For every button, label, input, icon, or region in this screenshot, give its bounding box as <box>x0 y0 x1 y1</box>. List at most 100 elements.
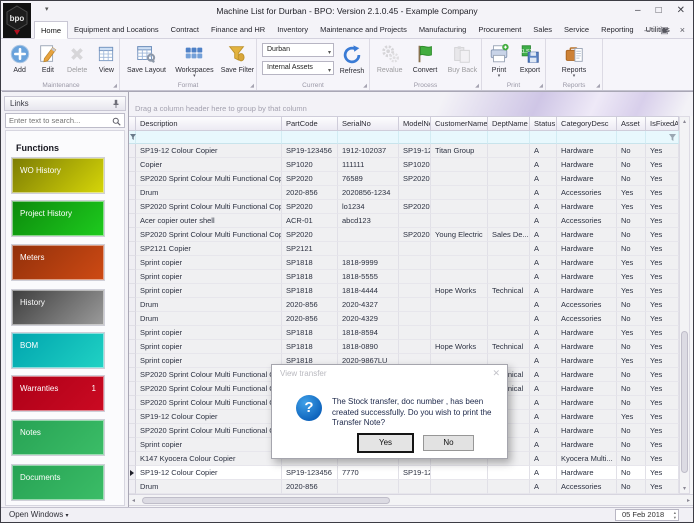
edit-button[interactable]: Edit <box>35 41 60 74</box>
table-cell[interactable]: A <box>530 410 557 424</box>
table-cell[interactable]: A <box>530 242 557 256</box>
table-cell[interactable]: SP2020 Sprint Colour Multi Functional Co… <box>136 368 282 382</box>
table-cell[interactable]: Yes <box>617 410 646 424</box>
table-cell[interactable]: No <box>617 242 646 256</box>
table-cell[interactable] <box>399 480 431 494</box>
table-cell[interactable]: Sprint copier <box>136 354 282 368</box>
column-header-asset[interactable]: Asset <box>617 116 646 131</box>
table-cell[interactable]: Accessories <box>557 312 617 326</box>
table-cell[interactable] <box>431 480 488 494</box>
table-cell[interactable]: Yes <box>646 256 679 270</box>
table-cell[interactable]: SP2020 Sprint Colour Multi Functional Co… <box>136 396 282 410</box>
tab-finance-and-hr[interactable]: Finance and HR <box>205 21 271 39</box>
column-header-isfixedasset[interactable]: IsFixedAsset <box>646 116 679 131</box>
quick-access-arrow-icon[interactable]: ▾ <box>45 5 49 13</box>
table-cell[interactable] <box>399 312 431 326</box>
table-cell[interactable]: Hardware <box>557 242 617 256</box>
filter-cell-status[interactable] <box>530 131 557 144</box>
table-row[interactable]: SP2020 Sprint Colour Multi Functional Co… <box>129 172 679 186</box>
search-input[interactable] <box>9 115 109 126</box>
table-cell[interactable]: Hardware <box>557 466 617 480</box>
table-cell[interactable]: 2020-856 <box>282 480 338 494</box>
save-layout-button[interactable]: Save Layout <box>123 41 170 78</box>
table-cell[interactable]: A <box>530 172 557 186</box>
table-cell[interactable]: Yes <box>646 424 679 438</box>
table-cell[interactable]: SP2020 Sprint Colour Multi Functional Co… <box>136 228 282 242</box>
table-cell[interactable]: Sprint copier <box>136 284 282 298</box>
table-cell[interactable]: SP2121 Copier <box>136 242 282 256</box>
table-cell[interactable]: SP19-12 Colour Copier <box>136 144 282 158</box>
table-cell[interactable]: SP1818 <box>282 326 338 340</box>
table-cell[interactable] <box>488 256 530 270</box>
table-cell[interactable]: 1912-102037 <box>338 144 399 158</box>
filter-cell-categorydesc[interactable] <box>557 131 617 144</box>
table-cell[interactable]: Drum <box>136 298 282 312</box>
table-cell[interactable]: Yes <box>646 354 679 368</box>
filter-cell-isfixedasset[interactable] <box>646 131 679 144</box>
scroll-right-icon[interactable]: ▸ <box>687 497 690 504</box>
table-cell[interactable]: No <box>617 466 646 480</box>
table-cell[interactable]: Yes <box>617 326 646 340</box>
table-cell[interactable]: A <box>530 340 557 354</box>
scroll-up-icon[interactable]: ▴ <box>680 118 689 125</box>
table-cell[interactable] <box>338 480 399 494</box>
print-button[interactable]: Print ▾ <box>486 41 512 78</box>
table-cell[interactable]: A <box>530 256 557 270</box>
table-row[interactable]: Acer copier outer shellACR-01abcd123AAcc… <box>129 214 679 228</box>
table-cell[interactable]: 1818-9999 <box>338 256 399 270</box>
table-cell[interactable]: SP2020 <box>399 172 431 186</box>
table-cell[interactable]: 76589 <box>338 172 399 186</box>
table-cell[interactable]: No <box>617 382 646 396</box>
table-cell[interactable] <box>431 256 488 270</box>
table-cell[interactable]: A <box>530 284 557 298</box>
table-cell[interactable]: Yes <box>646 382 679 396</box>
table-cell[interactable]: No <box>617 480 646 494</box>
table-cell[interactable] <box>431 298 488 312</box>
current-launcher-icon[interactable]: ◢ <box>363 83 367 89</box>
table-row[interactable]: Sprint copierSP18181818-9999AHardwareYes… <box>129 256 679 270</box>
table-cell[interactable] <box>488 158 530 172</box>
filter-cell-asset[interactable] <box>617 131 646 144</box>
pin-icon[interactable] <box>111 99 121 109</box>
table-cell[interactable]: A <box>530 312 557 326</box>
table-cell[interactable]: 7770 <box>338 466 399 480</box>
table-cell[interactable]: Yes <box>646 410 679 424</box>
table-cell[interactable]: 2020856-1234 <box>338 186 399 200</box>
table-cell[interactable]: A <box>530 382 557 396</box>
table-cell[interactable]: Hardware <box>557 228 617 242</box>
table-cell[interactable] <box>431 200 488 214</box>
table-cell[interactable]: SP1818 <box>282 270 338 284</box>
date-editor[interactable]: 05 Feb 2018 ▴▾ <box>615 509 679 521</box>
table-cell[interactable]: SP2020 Sprint Colour Multi Functional Co… <box>136 382 282 396</box>
table-cell[interactable]: SP1818 <box>282 256 338 270</box>
table-cell[interactable] <box>399 214 431 228</box>
table-cell[interactable]: Copier <box>136 158 282 172</box>
horizontal-scroll-thumb[interactable] <box>142 497 390 504</box>
location-select[interactable]: Durban ▾ <box>262 43 334 57</box>
table-cell[interactable]: 2020-856 <box>282 186 338 200</box>
table-cell[interactable] <box>488 466 530 480</box>
table-cell[interactable]: A <box>530 326 557 340</box>
open-windows-button[interactable]: Open Windows ▾ <box>9 510 69 519</box>
delete-button[interactable]: Delete <box>64 41 91 74</box>
table-cell[interactable]: ACR-01 <box>282 214 338 228</box>
table-cell[interactable]: A <box>530 354 557 368</box>
table-cell[interactable]: Yes <box>617 200 646 214</box>
function-button-history[interactable]: History <box>11 289 105 326</box>
table-cell[interactable]: Yes <box>617 284 646 298</box>
dialog-close-icon[interactable]: ✕ <box>492 368 500 379</box>
table-cell[interactable]: K147 Kyocera Colour Copier <box>136 452 282 466</box>
table-cell[interactable] <box>488 270 530 284</box>
add-button[interactable]: Add <box>7 41 32 74</box>
table-row[interactable]: SP19-12 Colour CopierSP19-1234567770SP19… <box>129 466 679 480</box>
vertical-scrollbar[interactable]: ▴ ▾ <box>679 116 690 494</box>
table-cell[interactable]: SP2020 <box>282 228 338 242</box>
filter-cell-description[interactable] <box>136 131 282 144</box>
tab-reporting[interactable]: Reporting <box>595 21 640 39</box>
table-cell[interactable]: Sprint copier <box>136 438 282 452</box>
horizontal-scrollbar[interactable]: ◂ ▸ <box>129 494 693 506</box>
table-cell[interactable]: 2020-856 <box>282 298 338 312</box>
table-cell[interactable]: A <box>530 368 557 382</box>
filter-cell-deptname[interactable] <box>488 131 530 144</box>
table-cell[interactable] <box>399 284 431 298</box>
